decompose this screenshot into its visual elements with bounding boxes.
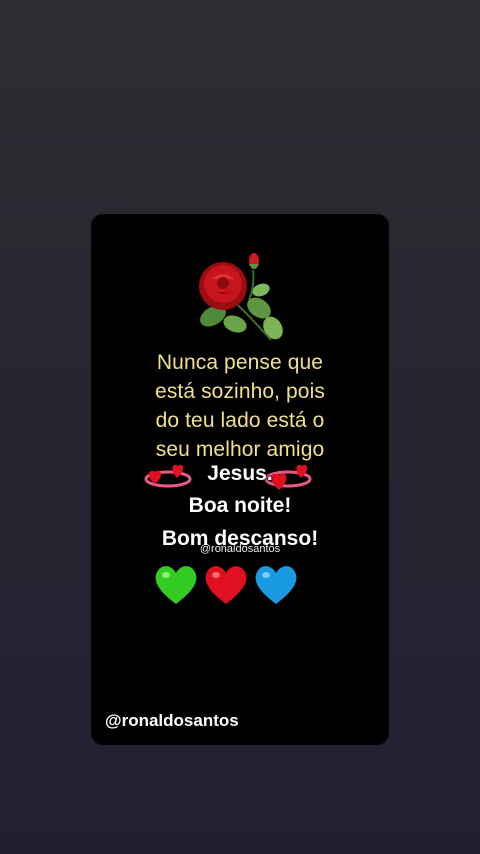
hearts-row	[153, 562, 303, 608]
boa-noite-line: Boa noite!	[188, 494, 292, 517]
green-heart-icon	[155, 566, 197, 604]
message-line: do teu lado está o	[155, 409, 325, 432]
creator-handle[interactable]: @ronaldosantos	[105, 711, 239, 731]
message-line: Nunca pense que	[156, 351, 324, 374]
message-line: está sozinho, pois	[155, 380, 325, 403]
red-heart-icon	[205, 566, 247, 604]
video-card[interactable]: Nunca pense que está sozinho, pois do te…	[91, 214, 389, 745]
watermark: @ronaldosantos	[199, 543, 281, 555]
message-line: seu melhor amigo	[155, 438, 325, 461]
jesus-line: Jesus.	[207, 462, 273, 485]
message-text: Nunca pense que está sozinho, pois do te…	[91, 348, 389, 464]
rose-icon	[199, 253, 283, 341]
blue-heart-icon	[255, 566, 297, 604]
